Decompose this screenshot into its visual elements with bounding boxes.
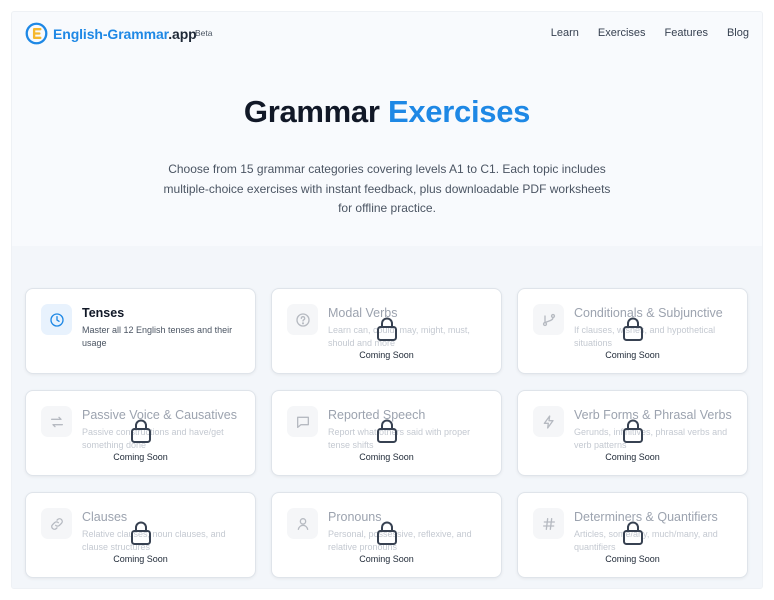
category-description: Gerunds, infinitives, phrasal verbs and … [574,427,728,450]
clock-icon [49,312,64,327]
lock-icon [377,521,397,545]
coming-soon-label: Coming Soon [605,554,660,564]
nav-learn[interactable]: Learn [551,27,579,39]
lock-icon [623,419,643,443]
hero-description: Choose from 15 grammar categories coveri… [163,162,611,215]
coming-soon-label: Coming Soon [113,554,168,564]
category-title: Tenses [82,306,125,320]
icon-container [533,304,564,335]
branch-icon [542,313,555,326]
hash-icon [542,517,555,530]
category-card-determiners: Determiners & Quantifiers Articles, some… [517,492,748,578]
category-card-reported-speech: Reported Speech Report what others said … [271,390,502,476]
person-icon [297,517,308,530]
nav-links: Learn Exercises Features Blog [532,27,749,39]
icon-container [287,406,318,437]
category-card-clauses: Clauses Relative clauses, noun clauses, … [25,492,256,578]
lock-icon [377,419,397,443]
coming-soon-label: Coming Soon [359,350,414,360]
coming-soon-label: Coming Soon [605,452,660,462]
category-title: Verb Forms & Phrasal Verbs [574,408,732,422]
category-card-verb-forms: Verb Forms & Phrasal Verbs Gerunds, infi… [517,390,748,476]
brand-main[interactable]: English-Grammar [53,26,168,42]
coming-soon-label: Coming Soon [605,350,660,360]
category-title: Determiners & Quantifiers [574,510,718,524]
lock-icon [623,317,643,341]
coming-soon-label: Coming Soon [113,452,168,462]
icon-container [533,508,564,539]
nav-exercises[interactable]: Exercises [598,27,646,39]
page-title: Grammar Exercises [12,94,762,130]
category-card-conditionals: Conditionals & Subjunctive If clauses, w… [517,288,748,374]
category-description: Learn can, could, may, might, must, shou… [328,325,470,348]
top-nav: English-Grammar.app Beta Learn Exercises… [12,12,762,56]
icon-container [287,508,318,539]
swap-arrows-icon [50,416,63,427]
icon-container [41,406,72,437]
speech-bubble-icon [296,416,309,428]
lock-icon [131,419,151,443]
icon-container [41,304,72,335]
lock-icon [377,317,397,341]
nav-features[interactable]: Features [665,27,708,39]
category-title: Clauses [82,510,128,524]
beta-badge: Beta [195,28,213,38]
coming-soon-label: Coming Soon [359,452,414,462]
icon-container [41,508,72,539]
logo-icon[interactable] [25,22,48,45]
question-circle-icon [295,312,310,327]
lock-icon [131,521,151,545]
category-title: Conditionals & Subjunctive [574,306,723,320]
category-card-modal-verbs: Modal Verbs Learn can, could, may, might… [271,288,502,374]
brand-name[interactable]: English-Grammar.app [53,26,197,42]
category-description: Relative clauses, noun clauses, and clau… [82,529,226,552]
category-card-pronouns: Pronouns Personal, possessive, reflexive… [271,492,502,578]
category-title: Pronouns [328,510,382,524]
link-icon [50,517,63,530]
title-main: Grammar [243,94,380,129]
icon-container [287,304,318,335]
hero-section: Grammar Exercises Choose from 15 grammar… [12,56,762,246]
category-description: Personal, possessive, reflexive, and rel… [328,529,472,552]
lock-icon [623,521,643,545]
category-description: Articles, some/any, much/many, and quant… [574,529,718,552]
category-card-passive-voice: Passive Voice & Causatives Passive const… [25,390,256,476]
title-accent: Exercises [387,94,531,129]
lightning-icon [543,414,554,429]
category-description: If clauses, wishes, and hypothetical sit… [574,325,716,348]
category-card-tenses[interactable]: Tenses Master all 12 English tenses and … [25,288,256,374]
category-description: Master all 12 English tenses and their u… [82,325,233,348]
page-frame: English-Grammar.app Beta Learn Exercises… [12,12,762,588]
brand-suffix[interactable]: .app [168,26,196,42]
category-description: Report what others said with proper tens… [328,427,471,450]
category-title: Passive Voice & Causatives [82,408,237,422]
category-description: Passive constructions and have/get somet… [82,427,224,450]
coming-soon-label: Coming Soon [359,554,414,564]
category-grid: Tenses Master all 12 English tenses and … [12,246,762,588]
icon-container [533,406,564,437]
nav-blog[interactable]: Blog [727,27,749,39]
